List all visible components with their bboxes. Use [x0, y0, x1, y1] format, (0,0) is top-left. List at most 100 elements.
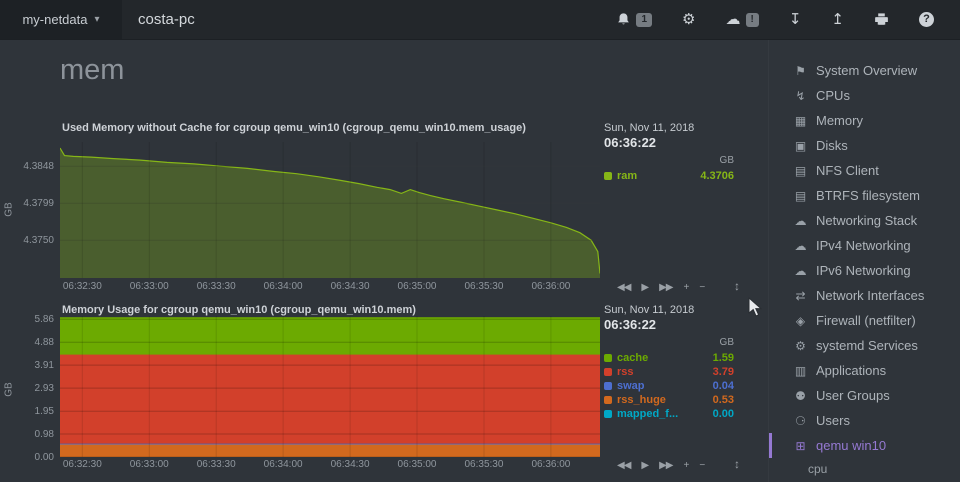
- zoom-in-button[interactable]: +: [683, 282, 688, 293]
- y-tick: 0.98: [35, 429, 54, 440]
- sidebar-item-users[interactable]: ⚆Users: [769, 408, 960, 433]
- bookmark-icon: ⚑: [792, 64, 809, 78]
- legend-item-mapped_f-[interactable]: mapped_f...0.00: [604, 407, 734, 421]
- sidebar-subitem-cpu[interactable]: cpu: [769, 458, 960, 480]
- chart-resize-handle[interactable]: ↕: [734, 279, 740, 293]
- page-title: mem: [60, 54, 124, 87]
- pan-forward-button[interactable]: ▶▶: [659, 282, 672, 293]
- play-button[interactable]: ▶: [641, 282, 648, 293]
- legend-item-rss_huge[interactable]: rss_huge0.53: [604, 393, 734, 407]
- sidebar-item-disks[interactable]: ▣ Disks: [769, 133, 960, 158]
- print-button[interactable]: [874, 12, 889, 27]
- sidebar-item-label: NFS Client: [816, 163, 879, 178]
- sidebar-item-applications[interactable]: ▥ Applications: [769, 358, 960, 383]
- legend-label: rss_huge: [617, 394, 713, 406]
- vm-icon: ⊞: [792, 439, 809, 453]
- sidebar-item-label: Firewall (netfilter): [816, 313, 916, 328]
- brand-label: my-netdata: [22, 12, 87, 27]
- x-tick: 06:35:00: [398, 459, 437, 470]
- memory-area-chart[interactable]: [60, 142, 600, 278]
- folder-icon: ▤: [792, 189, 809, 203]
- export-snapshot-button[interactable]: ↥: [831, 12, 844, 27]
- x-tick: 06:36:00: [531, 459, 570, 470]
- sidebar-item-user-groups[interactable]: ⚉ User Groups: [769, 383, 960, 408]
- sidebar-item-memory[interactable]: ▦Memory: [769, 108, 960, 133]
- y-tick: 4.3799: [23, 198, 54, 209]
- navbar: my-netdata ▾ costa-pc 1 ⚙ ☁ ! ↧: [0, 0, 960, 40]
- sidebar-item-networking-stack[interactable]: ☁ Networking Stack: [769, 208, 960, 233]
- sidebar: ⚑System Overview↯CPUs▦Memory ▣ Disks ▤ NFS C…: [768, 40, 960, 482]
- sidebar-item-nfs-client[interactable]: ▤ NFS Client: [769, 158, 960, 183]
- legend-swatch: [604, 382, 612, 390]
- memory-stacked-chart[interactable]: [60, 316, 600, 457]
- legend-date: Sun, Nov 11, 2018: [604, 122, 734, 134]
- sidebar-item-system-overview[interactable]: ⚑System Overview: [769, 58, 960, 83]
- apps-icon: ▥: [792, 364, 809, 378]
- sidebar-menu: ⚑System Overview↯CPUs▦Memory ▣ Disks ▤ NFS C…: [769, 58, 960, 480]
- zoom-out-button[interactable]: −: [699, 282, 704, 293]
- cloud-icon: ☁: [792, 214, 809, 228]
- alarms-badge: 1: [636, 13, 652, 27]
- legend-swatch: [604, 396, 612, 404]
- sidebar-item-cpus[interactable]: ↯CPUs: [769, 83, 960, 108]
- y-axis-unit-label: GB: [4, 195, 15, 225]
- user-icon: ⚆: [792, 414, 809, 428]
- pan-backward-button[interactable]: ◀◀: [617, 460, 630, 471]
- legend-item-rss[interactable]: rss3.79: [604, 365, 734, 379]
- pan-backward-button[interactable]: ◀◀: [617, 282, 630, 293]
- sidebar-item-label: IPv4 Networking: [816, 238, 911, 253]
- x-axis: 06:32:3006:33:0006:33:3006:34:0006:34:30…: [60, 459, 600, 472]
- sidebar-item-ipv6-networking[interactable]: ☁IPv6 Networking: [769, 258, 960, 283]
- sidebar-item-label: Networking Stack: [816, 213, 917, 228]
- legend-label: cache: [617, 352, 713, 364]
- zoom-in-button[interactable]: +: [683, 460, 688, 471]
- chart-resize-handle[interactable]: ↕: [734, 457, 740, 471]
- legend-item-cache[interactable]: cache1.59: [604, 351, 734, 365]
- pan-forward-button[interactable]: ▶▶: [659, 460, 672, 471]
- legend-item-swap[interactable]: swap0.04: [604, 379, 734, 393]
- netdata-cloud-button[interactable]: ☁ !: [726, 12, 759, 27]
- folder-icon: ▤: [792, 164, 809, 178]
- users-icon: ⚉: [792, 389, 809, 403]
- sidebar-item-label: Applications: [816, 363, 886, 378]
- legend-rows: ram4.3706: [604, 169, 734, 183]
- x-tick: 06:32:30: [63, 281, 102, 292]
- cloud-icon: ☁: [726, 12, 741, 27]
- legend-swatch: [604, 172, 612, 180]
- sidebar-item-label: systemd Services: [816, 338, 918, 353]
- y-tick: 1.95: [35, 406, 54, 417]
- hdd-icon: ▣: [792, 139, 809, 153]
- play-button[interactable]: ▶: [641, 460, 648, 471]
- legend-label: swap: [617, 380, 713, 392]
- sidebar-item-label: CPUs: [816, 88, 850, 103]
- alarms-button[interactable]: 1: [616, 12, 652, 27]
- chart-toolbox: ◀◀ ▶ ▶▶ + −: [617, 460, 704, 471]
- sidebar-item-label: Network Interfaces: [816, 288, 924, 303]
- help-button[interactable]: ?: [919, 12, 934, 27]
- sidebar-item-ipv4-networking[interactable]: ☁ IPv4 Networking: [769, 233, 960, 258]
- legend-unit: GB: [604, 155, 734, 166]
- sidebar-item-systemd-services[interactable]: ⚙systemd Services: [769, 333, 960, 358]
- legend-label: mapped_f...: [617, 408, 713, 420]
- zoom-out-button[interactable]: −: [699, 460, 704, 471]
- sidebar-item-label: Disks: [816, 138, 848, 153]
- sidebar-item-btrfs-filesystem[interactable]: ▤ BTRFS filesystem: [769, 183, 960, 208]
- sidebar-item-network-interfaces[interactable]: ⇄Network Interfaces: [769, 283, 960, 308]
- legend-date: Sun, Nov 11, 2018: [604, 304, 734, 316]
- sidebar-item-label: BTRFS filesystem: [816, 188, 920, 203]
- hostname[interactable]: costa-pc: [138, 11, 195, 28]
- x-tick: 06:33:00: [130, 281, 169, 292]
- cloud-icon: ☁: [792, 239, 809, 253]
- my-netdata-menu[interactable]: my-netdata ▾: [0, 0, 122, 39]
- legend-time: 06:36:22: [604, 135, 734, 150]
- legend-value: 1.59: [713, 352, 734, 364]
- sidebar-item-label: User Groups: [816, 388, 890, 403]
- sidebar-item-firewall-netfilter-[interactable]: ◈Firewall (netfilter): [769, 308, 960, 333]
- settings-button[interactable]: ⚙: [682, 12, 695, 27]
- legend-item-ram[interactable]: ram4.3706: [604, 169, 734, 183]
- microchip-icon: ▦: [792, 114, 809, 128]
- import-snapshot-button[interactable]: ↧: [789, 12, 802, 27]
- sidebar-item-qemu-win10[interactable]: ⊞qemu win10: [769, 433, 960, 458]
- navbar-actions: 1 ⚙ ☁ ! ↧ ↥ ?: [616, 12, 960, 27]
- x-tick: 06:35:30: [464, 459, 503, 470]
